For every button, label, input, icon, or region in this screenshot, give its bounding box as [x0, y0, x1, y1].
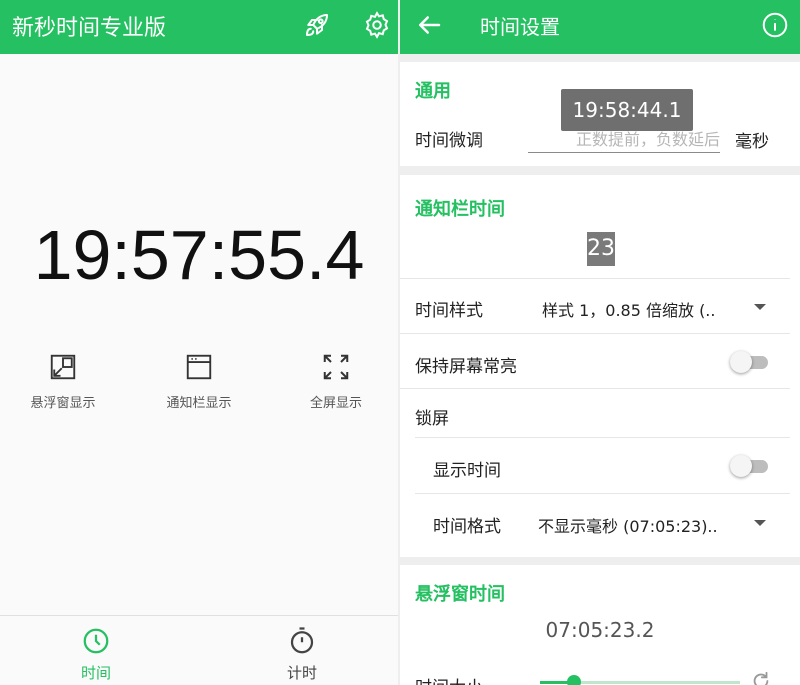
main-clock-screen: 新秒时间专业版 19:57:55.4 悬浮窗显示 通知栏显示 全屏显示 时间 计… — [0, 0, 398, 685]
back-arrow-icon[interactable] — [414, 10, 444, 40]
toggle-thumb — [730, 351, 752, 373]
show-time-toggle[interactable] — [730, 455, 768, 477]
current-time-tooltip: 19:58:44.1 — [561, 89, 693, 131]
time-settings-screen: 时间设置 通用 时间微调 正数提前，负数延后 毫秒 19:58:44.1 通知栏… — [400, 0, 800, 685]
main-clock-display: 19:57:55.4 — [33, 216, 365, 294]
floating-window-mode-button[interactable]: 悬浮窗显示 — [0, 352, 128, 411]
divider — [400, 388, 790, 389]
rocket-icon[interactable] — [302, 10, 332, 40]
floating-time-preview: 07:05:23.2 — [545, 618, 655, 642]
divider — [415, 493, 790, 494]
time-size-slider[interactable] — [540, 675, 740, 685]
tab-timer-label: 计时 — [286, 664, 317, 682]
stopwatch-icon — [287, 626, 317, 656]
gear-icon[interactable] — [362, 10, 392, 40]
notification-section-title: 通知栏时间 — [415, 199, 505, 220]
time-size-label: 时间大小 — [415, 673, 483, 685]
fullscreen-label: 全屏显示 — [309, 396, 362, 411]
divider — [400, 278, 790, 279]
keep-screen-on-label: 保持屏幕常亮 — [415, 357, 517, 377]
lock-screen-label: 锁屏 — [415, 409, 449, 429]
floating-section-title: 悬浮窗时间 — [415, 584, 505, 605]
chevron-down-icon — [754, 304, 766, 310]
fullscreen-icon — [321, 352, 351, 382]
time-style-label: 时间样式 — [415, 301, 483, 321]
fine-tune-label: 时间微调 — [415, 131, 483, 151]
clock-icon — [81, 626, 111, 656]
notification-bar-label: 通知栏显示 — [166, 396, 232, 411]
show-time-label: 显示时间 — [433, 461, 501, 481]
reset-icon[interactable] — [750, 670, 772, 685]
notification-bar-mode-button[interactable]: 通知栏显示 — [134, 352, 264, 411]
tab-time-label: 时间 — [80, 664, 111, 682]
screenshot-root: 新秒时间专业版 19:57:55.4 悬浮窗显示 通知栏显示 全屏显示 时间 计… — [0, 0, 800, 685]
floating-window-label: 悬浮窗显示 — [30, 396, 96, 411]
toggle-thumb — [730, 455, 752, 477]
time-format-dropdown[interactable]: 不显示毫秒 (07:05:23).. — [538, 513, 718, 537]
main-app-bar: 新秒时间专业版 — [0, 0, 398, 54]
info-icon[interactable] — [760, 10, 790, 40]
fullscreen-mode-button[interactable]: 全屏显示 — [271, 352, 401, 411]
bottom-navigation: 时间 计时 — [0, 615, 398, 685]
divider — [415, 437, 790, 438]
time-format-label: 时间格式 — [433, 517, 501, 537]
time-style-dropdown[interactable]: 样式 1，0.85 倍缩放 (.. — [542, 297, 715, 321]
notification-bar-icon — [184, 352, 214, 382]
app-title: 新秒时间专业版 — [12, 16, 167, 41]
tab-time[interactable]: 时间 — [36, 626, 156, 683]
chevron-down-icon — [754, 520, 766, 526]
settings-page-title: 时间设置 — [480, 15, 560, 39]
tab-timer[interactable]: 计时 — [242, 626, 362, 683]
notification-time-preview: 23 — [587, 232, 615, 266]
divider — [400, 333, 790, 334]
fine-tune-unit: 毫秒 — [735, 132, 769, 152]
floating-window-icon — [48, 352, 78, 382]
slider-handle[interactable] — [567, 675, 581, 685]
settings-app-bar: 时间设置 — [400, 0, 800, 54]
general-section-title: 通用 — [415, 81, 451, 102]
keep-screen-on-toggle[interactable] — [730, 351, 768, 373]
